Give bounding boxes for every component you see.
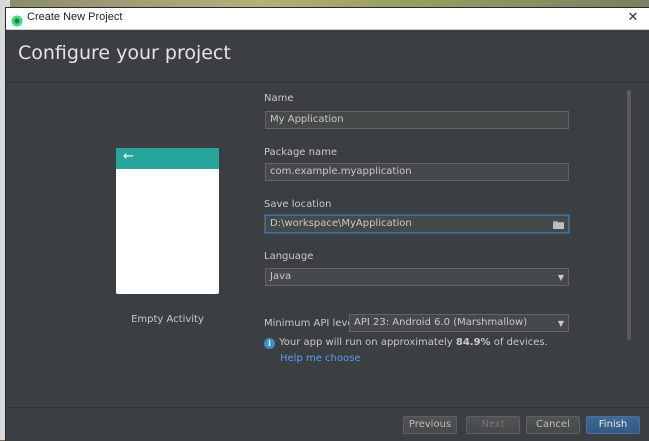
chevron-down-icon: ▼ [557, 273, 564, 282]
language-dropdown[interactable]: Java ▼ [265, 268, 569, 286]
window-title: Create New Project [27, 11, 123, 23]
previous-button[interactable]: Previous [403, 416, 457, 434]
title-bar: Create New Project ✕ [6, 8, 649, 30]
activity-label: Empty Activity [131, 314, 204, 325]
folder-icon[interactable] [553, 219, 564, 229]
cancel-button[interactable]: Cancel [526, 416, 580, 434]
package-name-label: Package name [264, 147, 337, 158]
package-name-field[interactable]: com.example.myapplication [265, 163, 569, 181]
save-location-value: D:\workspace\MyApplication [270, 218, 412, 229]
next-button[interactable]: Next [466, 416, 520, 434]
help-me-choose-link[interactable]: Help me choose [280, 353, 360, 364]
min-api-value: API 23: Android 6.0 (Marshmallow) [354, 317, 528, 328]
language-value: Java [270, 271, 292, 282]
close-icon[interactable]: ✕ [625, 9, 641, 27]
name-field[interactable]: My Application [265, 111, 569, 129]
android-studio-icon [11, 12, 23, 27]
save-location-field[interactable]: D:\workspace\MyApplication [265, 215, 569, 233]
name-label: Name [264, 93, 294, 104]
info-suffix: of devices. [490, 337, 548, 348]
info-percent: 84.9% [455, 337, 491, 348]
save-location-label: Save location [264, 199, 332, 210]
finish-button[interactable]: Finish [586, 416, 640, 434]
activity-preview: ← [116, 148, 219, 294]
create-project-dialog: Create New Project ✕ Configure your proj… [6, 8, 649, 441]
vertical-scrollbar[interactable] [627, 90, 631, 340]
info-prefix: Your app will run on approximately [279, 337, 456, 348]
chevron-down-icon: ▼ [557, 319, 564, 328]
header-divider [6, 82, 649, 83]
language-label: Language [264, 251, 314, 262]
preview-app-bar: ← [116, 148, 219, 169]
min-api-label: Minimum API level [264, 318, 357, 329]
back-arrow-icon: ← [123, 149, 134, 164]
page-title: Configure your project [18, 42, 231, 64]
info-icon: i [264, 338, 275, 349]
device-coverage-info: i Your app will run on approximately 84.9… [264, 337, 548, 349]
min-api-dropdown[interactable]: API 23: Android 6.0 (Marshmallow) ▼ [349, 314, 569, 332]
dialog-footer: Previous Next Cancel Finish [6, 407, 649, 441]
